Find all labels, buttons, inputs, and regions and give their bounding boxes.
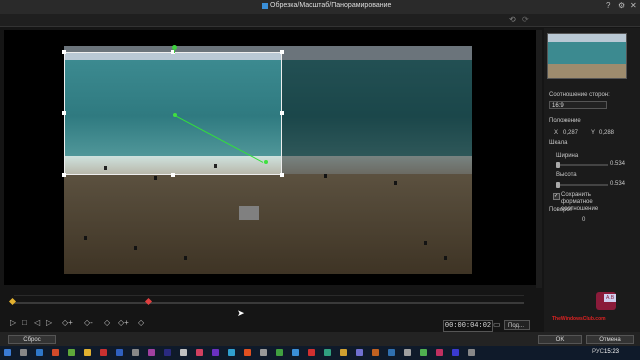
next-frame-icon[interactable]: ▷ <box>46 318 52 327</box>
ok-button[interactable]: OK <box>538 335 582 344</box>
keep-ratio-checkbox[interactable]: ✓ <box>553 193 560 200</box>
aspect-select[interactable]: 16:9 <box>549 101 607 109</box>
app-icon[interactable] <box>52 349 59 356</box>
app-icon[interactable] <box>340 349 347 356</box>
fit-dropdown[interactable]: Под... <box>504 320 530 330</box>
redo-button[interactable]: ⟳ <box>522 15 529 24</box>
folder-icon[interactable] <box>84 349 91 356</box>
clock[interactable]: 15:23 <box>604 349 619 355</box>
app-icon[interactable] <box>212 349 219 356</box>
app-icon[interactable] <box>372 349 379 356</box>
screen-icon[interactable]: ▭ <box>493 320 501 329</box>
app-icon <box>262 3 268 9</box>
app-icon[interactable] <box>132 349 139 356</box>
taskbar <box>0 346 640 360</box>
height-value[interactable]: 0.534 <box>610 181 625 187</box>
height-slider[interactable] <box>556 184 608 186</box>
play-icon[interactable]: ▷ <box>10 318 16 327</box>
app-icon[interactable] <box>100 349 107 356</box>
app-icon[interactable] <box>436 349 443 356</box>
window-title: Обрезка/Масштаб/Панорамирование <box>270 2 392 9</box>
site-logo-badge: A.B <box>604 294 616 302</box>
app-icon[interactable] <box>420 349 427 356</box>
watermark: TheWindowsClub.com <box>552 316 606 322</box>
width-label: Ширина <box>556 153 579 159</box>
title-bar: Обрезка/Масштаб/Панорамирование ? ⚙ ✕ <box>0 0 640 14</box>
app-icon[interactable] <box>244 349 251 356</box>
app-icon[interactable] <box>388 349 395 356</box>
next-keyframe-icon[interactable]: ◇ <box>138 318 144 327</box>
stop-icon[interactable]: □ <box>22 318 27 327</box>
timecode-display: 00:00:04:02 <box>443 320 493 332</box>
rotate-handle-stem <box>174 50 175 53</box>
app-icon[interactable] <box>36 349 43 356</box>
dim-overlay-bottom <box>64 175 282 274</box>
preview-scrollbar[interactable] <box>536 30 542 288</box>
height-slider-knob[interactable] <box>556 182 560 188</box>
app-icon[interactable] <box>452 349 459 356</box>
rotation-value[interactable]: 0 <box>582 217 585 223</box>
timeline-ruler <box>14 295 524 296</box>
toolbar: ⟲ ⟳ <box>0 14 640 27</box>
app-icon[interactable] <box>468 349 475 356</box>
motion-path-start[interactable] <box>173 113 177 117</box>
x-label: X <box>554 130 559 136</box>
app-icon[interactable] <box>260 349 267 356</box>
crop-handle-bl[interactable] <box>62 173 66 177</box>
dim-overlay-right <box>282 46 472 274</box>
scale-label: Шкала <box>549 140 568 146</box>
app-icon[interactable] <box>228 349 235 356</box>
crop-handle-l[interactable] <box>62 111 66 115</box>
app-icon[interactable] <box>308 349 315 356</box>
add-keyframe-icon[interactable]: ◇+ <box>62 318 73 327</box>
crop-handle-r[interactable] <box>280 111 284 115</box>
crop-handle-b[interactable] <box>171 173 175 177</box>
remove-keyframe-icon[interactable]: ◇- <box>84 318 93 327</box>
undo-button[interactable]: ⟲ <box>509 15 516 24</box>
app-icon[interactable] <box>116 349 123 356</box>
close-button[interactable]: ✕ <box>630 1 637 10</box>
start-icon[interactable] <box>4 349 11 356</box>
app-icon[interactable] <box>324 349 331 356</box>
app-icon[interactable] <box>148 349 155 356</box>
width-slider-knob[interactable] <box>556 162 560 168</box>
reset-button[interactable]: Сброс <box>8 335 56 344</box>
position-label: Положение <box>549 118 581 124</box>
language-indicator[interactable]: РУС <box>592 349 604 355</box>
app-icon[interactable] <box>196 349 203 356</box>
help-button[interactable]: ? <box>606 1 610 10</box>
app-icon[interactable] <box>68 349 75 356</box>
crop-handle-tl[interactable] <box>62 50 66 54</box>
width-value[interactable]: 0.534 <box>610 161 625 167</box>
search-icon[interactable] <box>20 349 27 356</box>
crop-handle-br[interactable] <box>280 173 284 177</box>
timeline-track[interactable] <box>14 302 524 304</box>
app-icon[interactable] <box>164 349 171 356</box>
height-label: Высота <box>556 172 577 178</box>
app-icon[interactable] <box>276 349 283 356</box>
app-icon[interactable] <box>180 349 187 356</box>
crop-handle-tr[interactable] <box>280 50 284 54</box>
app-icon[interactable] <box>356 349 363 356</box>
app-icon[interactable] <box>404 349 411 356</box>
x-value[interactable]: 0,287 <box>563 130 578 136</box>
width-slider[interactable] <box>556 164 608 166</box>
motion-path-end[interactable] <box>264 160 268 164</box>
rotation-label: Поворот <box>549 207 573 213</box>
cancel-button[interactable]: Отмена <box>586 335 634 344</box>
aspect-label: Соотношение сторон: <box>549 92 610 98</box>
prev-frame-icon[interactable]: ◁ <box>34 318 40 327</box>
settings-icon[interactable]: ⚙ <box>618 1 625 10</box>
duplicate-keyframe-icon[interactable]: ◇+ <box>118 318 129 327</box>
prev-keyframe-icon[interactable]: ◇ <box>104 318 110 327</box>
y-label: Y <box>591 130 596 136</box>
app-icon[interactable] <box>292 349 299 356</box>
y-value[interactable]: 0,288 <box>599 130 614 136</box>
thumbnail-preview <box>547 33 627 79</box>
